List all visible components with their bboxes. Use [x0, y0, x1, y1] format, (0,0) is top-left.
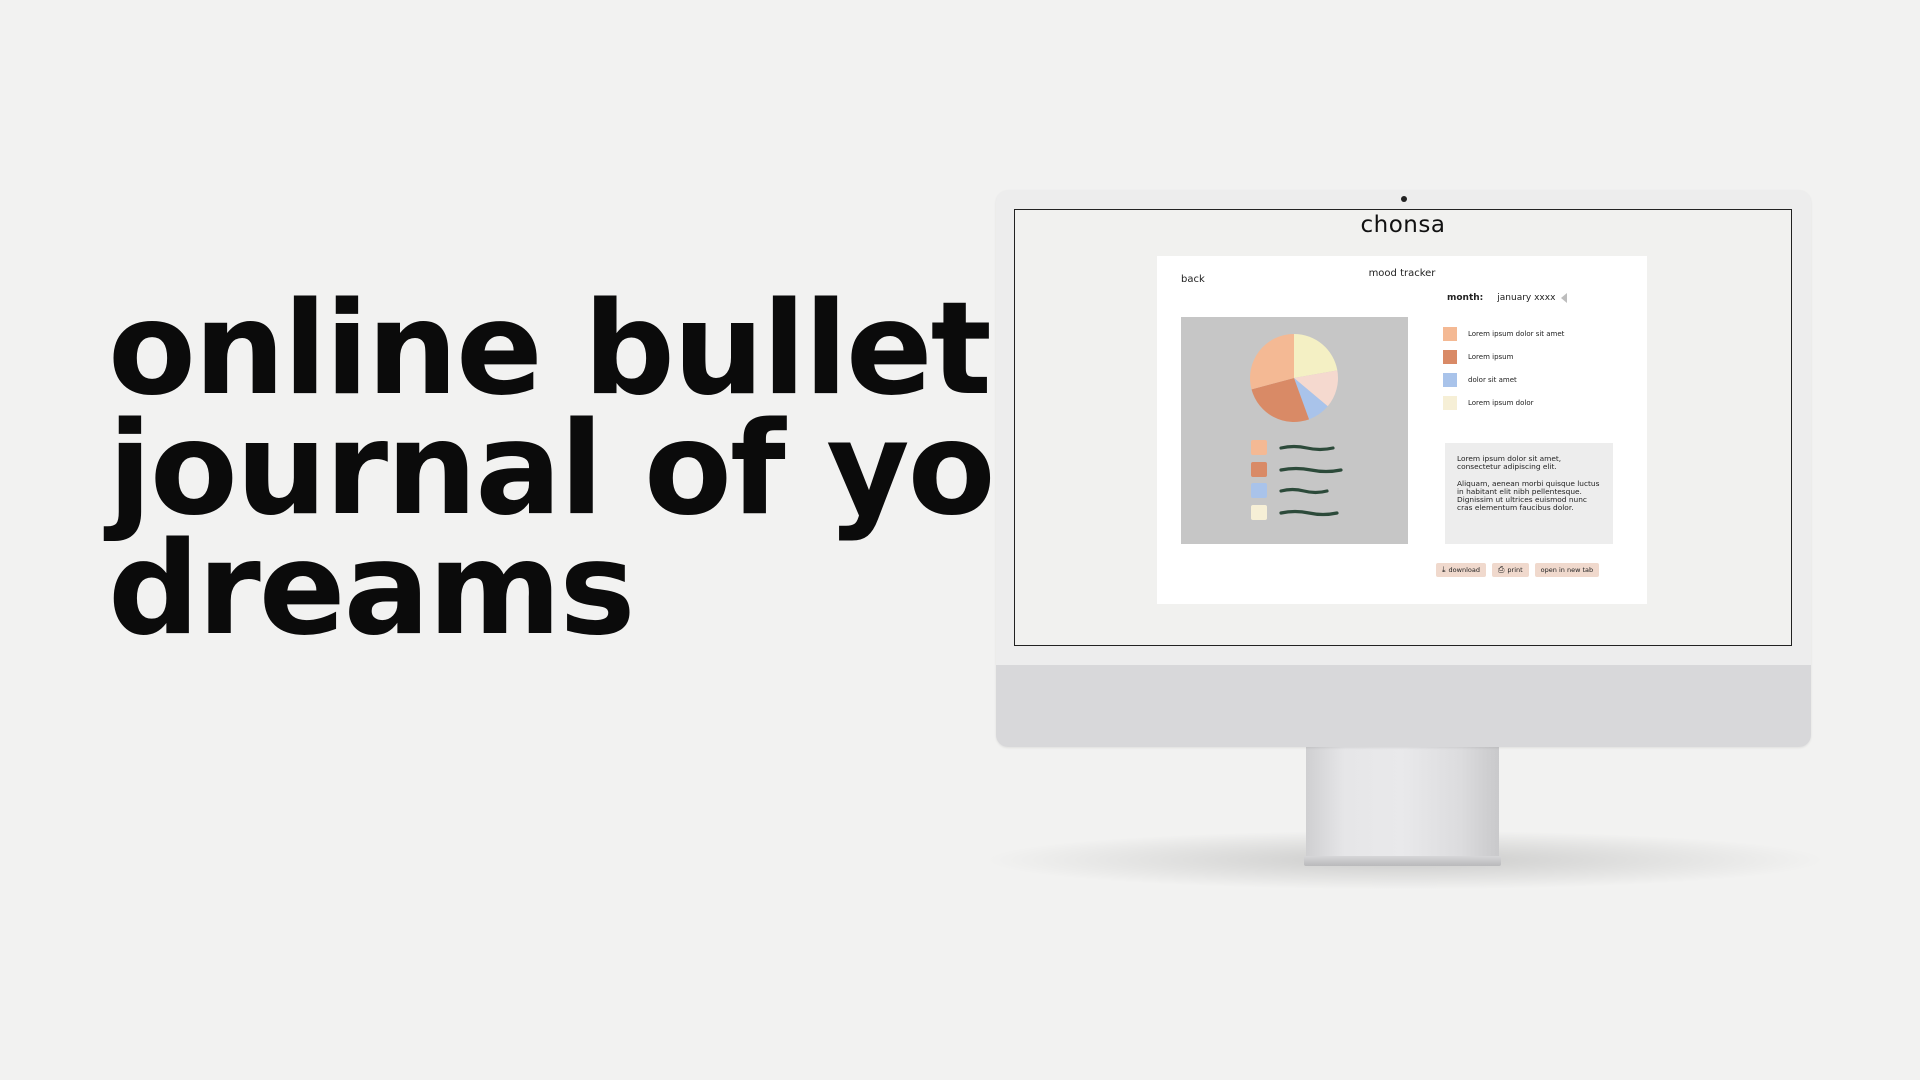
- monitor: chonsa back mood tracker month: january …: [996, 190, 1811, 747]
- page-title: mood tracker: [1368, 268, 1436, 279]
- legend-swatch: [1443, 327, 1457, 341]
- headline-line-1: online bullet: [108, 275, 992, 424]
- action-bar: ⤓ download ⎙ print open in new tab: [1436, 563, 1600, 577]
- print-icon: ⎙: [1497, 565, 1505, 574]
- legend-swatch: [1443, 373, 1457, 387]
- scribble-line: [1279, 509, 1339, 517]
- brand-logo[interactable]: chonsa: [1015, 212, 1791, 238]
- arrow-left-icon[interactable]: [1561, 293, 1568, 303]
- download-button[interactable]: ⤓ download: [1436, 563, 1486, 577]
- download-icon: ⤓: [1442, 565, 1446, 574]
- headline-line-2: journal of your: [108, 395, 1146, 544]
- legend-label: dolor sit amet: [1468, 376, 1517, 384]
- legend-chip: [1251, 440, 1267, 455]
- month-value[interactable]: january xxxx: [1497, 293, 1555, 303]
- legend-swatch: [1443, 350, 1457, 364]
- legend-item: dolor sit amet: [1443, 373, 1633, 387]
- scribble-line: [1279, 487, 1329, 495]
- monitor-chin: [996, 665, 1811, 747]
- monitor-screen: chonsa back mood tracker month: january …: [1014, 209, 1792, 646]
- open-new-tab-label: open in new tab: [1540, 566, 1594, 574]
- monitor-stand-base: [1304, 856, 1501, 866]
- headline-line-3: dreams: [108, 515, 636, 664]
- legend-item: Lorem ipsum dolor sit amet: [1443, 327, 1633, 341]
- legend-chip: [1251, 505, 1267, 520]
- mood-chart-card: [1181, 317, 1408, 544]
- scribble-line: [1279, 444, 1335, 452]
- legend-swatch: [1443, 396, 1457, 410]
- legend-label: Lorem ipsum dolor sit amet: [1468, 330, 1565, 338]
- mood-tracker-panel: back mood tracker month: january xxxx Lo…: [1157, 256, 1647, 604]
- legend-item: Lorem ipsum dolor: [1443, 396, 1633, 410]
- camera-icon: [1401, 196, 1407, 202]
- print-button[interactable]: ⎙ print: [1491, 563, 1529, 577]
- mood-legend: Lorem ipsum dolor sit amet Lorem ipsum d…: [1443, 327, 1633, 419]
- month-selector[interactable]: month: january xxxx: [1447, 293, 1568, 303]
- monitor-stand: [1306, 747, 1499, 859]
- scribble-line: [1279, 466, 1343, 474]
- notes-box: Lorem ipsum dolor sit amet, consectetur …: [1445, 443, 1613, 544]
- print-label: print: [1507, 566, 1523, 574]
- legend-item: Lorem ipsum: [1443, 350, 1633, 364]
- legend-label: Lorem ipsum dolor: [1468, 399, 1534, 407]
- headline: online bullet journal of your dreams: [108, 275, 1146, 664]
- legend-chip: [1251, 462, 1267, 477]
- pie-slice: [1294, 334, 1338, 378]
- legend-label: Lorem ipsum: [1468, 353, 1514, 361]
- note-paragraph: Lorem ipsum dolor sit amet, consectetur …: [1457, 454, 1562, 472]
- month-label: month:: [1447, 293, 1484, 303]
- download-label: download: [1448, 566, 1480, 574]
- legend-chip: [1251, 483, 1267, 498]
- open-new-tab-button[interactable]: open in new tab: [1534, 563, 1600, 577]
- pie-chart: [1250, 334, 1343, 520]
- note-paragraph: Aliquam, aenean morbi quisque luctus in …: [1457, 478, 1600, 513]
